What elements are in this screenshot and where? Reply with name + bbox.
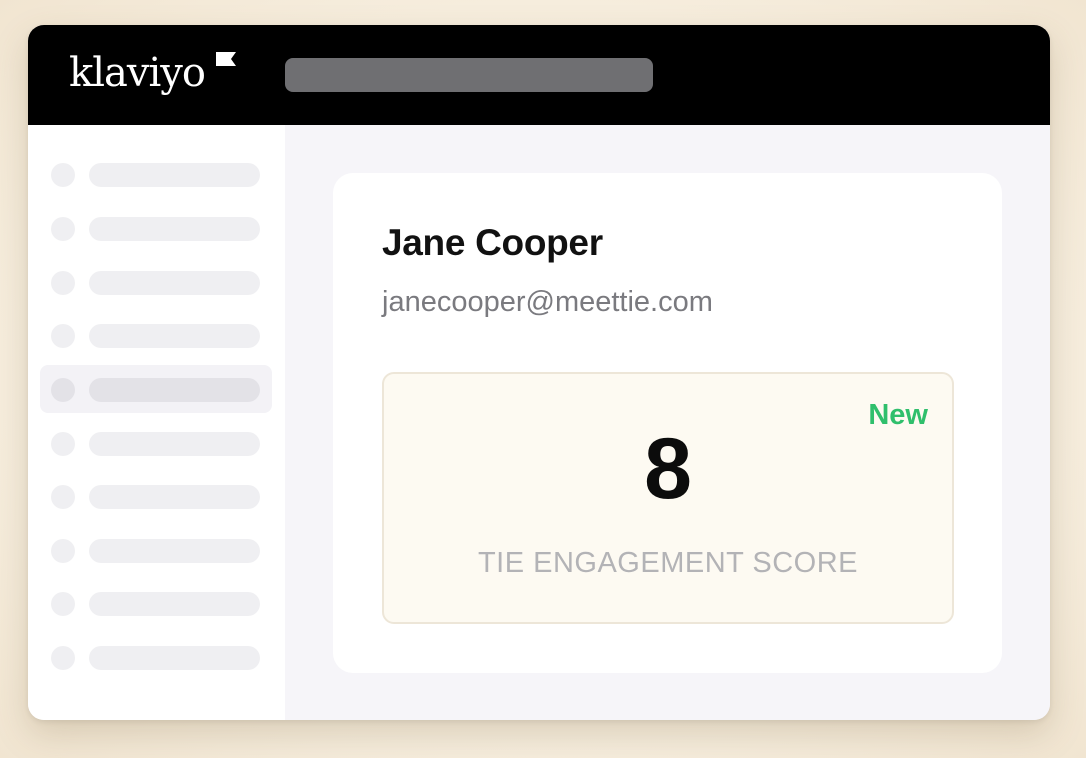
sidebar-item[interactable]: [40, 579, 272, 627]
sidebar-item-label-placeholder: [89, 432, 260, 456]
engagement-score-label: TIE ENGAGEMENT SCORE: [477, 547, 859, 579]
logo-flag-icon: [216, 52, 236, 66]
search-bar-placeholder[interactable]: [285, 58, 653, 92]
sidebar-item[interactable]: [40, 204, 272, 252]
sidebar-item[interactable]: [40, 526, 272, 574]
sidebar-item[interactable]: [40, 150, 272, 198]
app-window: klaviyo Jane Cooper janecooper@meettie.c…: [28, 25, 1050, 720]
top-bar: klaviyo: [28, 25, 1050, 125]
sidebar-item-icon-placeholder: [51, 592, 75, 616]
sidebar-item-icon-placeholder: [51, 485, 75, 509]
sidebar-item-icon-placeholder: [51, 324, 75, 348]
sidebar-item-label-placeholder: [89, 271, 260, 295]
sidebar: [28, 125, 285, 720]
sidebar-item-icon-placeholder: [51, 217, 75, 241]
sidebar-item-label-placeholder: [89, 485, 260, 509]
profile-card: Jane Cooper janecooper@meettie.com New 8…: [333, 173, 1002, 673]
sidebar-item-label-placeholder: [89, 217, 260, 241]
sidebar-item-label-placeholder: [89, 324, 260, 348]
sidebar-item-icon-placeholder: [51, 378, 75, 402]
engagement-score-box: New 8 TIE ENGAGEMENT SCORE: [382, 372, 954, 624]
main-content: Jane Cooper janecooper@meettie.com New 8…: [285, 125, 1050, 720]
klaviyo-logo[interactable]: klaviyo: [69, 49, 206, 97]
profile-email: janecooper@meettie.com: [382, 286, 713, 318]
sidebar-item-active[interactable]: [40, 365, 272, 413]
sidebar-item[interactable]: [40, 633, 272, 681]
sidebar-item-icon-placeholder: [51, 539, 75, 563]
sidebar-item-label-placeholder: [89, 163, 260, 187]
sidebar-item[interactable]: [40, 419, 272, 467]
sidebar-item-icon-placeholder: [51, 271, 75, 295]
sidebar-item-icon-placeholder: [51, 432, 75, 456]
profile-name: Jane Cooper: [382, 222, 603, 263]
sidebar-item[interactable]: [40, 258, 272, 306]
sidebar-item-label-placeholder: [89, 378, 260, 402]
sidebar-item-label-placeholder: [89, 646, 260, 670]
sidebar-item-label-placeholder: [89, 539, 260, 563]
sidebar-item[interactable]: [40, 472, 272, 520]
sidebar-item-icon-placeholder: [51, 646, 75, 670]
sidebar-item-label-placeholder: [89, 592, 260, 616]
engagement-score-value: 8: [644, 421, 692, 517]
sidebar-item[interactable]: [40, 311, 272, 359]
sidebar-item-icon-placeholder: [51, 163, 75, 187]
